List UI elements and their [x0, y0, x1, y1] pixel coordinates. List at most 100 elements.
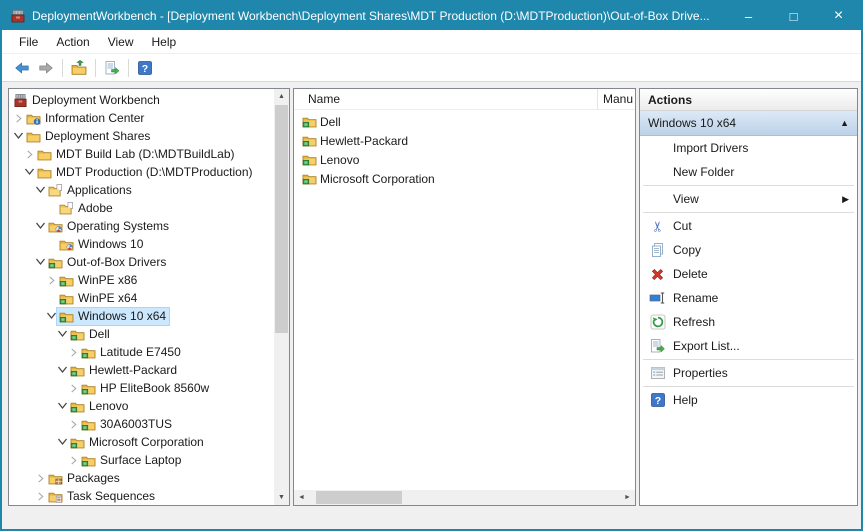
tree-item-windows-10-x64[interactable]: Windows 10 x64	[9, 307, 274, 325]
tree-item-lenovo[interactable]: Lenovo	[9, 397, 274, 415]
tree-scrollbar-thumb[interactable]	[275, 105, 288, 333]
collapse-section-icon[interactable]: ▲	[840, 118, 849, 128]
list-item-lenovo[interactable]: Lenovo	[294, 150, 635, 169]
tree-item-windows-10[interactable]: Windows 10	[9, 235, 274, 253]
tree-item-content[interactable]: MDT Build Lab (D:\MDTBuildLab)	[35, 146, 238, 163]
minimize-button[interactable]: –	[726, 2, 771, 30]
chevron-down-icon[interactable]	[56, 435, 68, 449]
export-list-button[interactable]	[100, 56, 124, 80]
action-import-drivers[interactable]: Import Drivers	[640, 136, 857, 160]
action-view[interactable]: View▶	[640, 187, 857, 211]
tree-item-content[interactable]: Deployment Workbench	[11, 92, 163, 109]
tree-item-winpe-x64[interactable]: WinPE x64	[9, 289, 274, 307]
scroll-left-icon[interactable]: ◄	[294, 490, 309, 505]
tree-item-hewlett-packard[interactable]: Hewlett-Packard	[9, 361, 274, 379]
list-item-hewlett-packard[interactable]: Hewlett-Packard	[294, 131, 635, 150]
list-item-dell[interactable]: Dell	[294, 112, 635, 131]
menu-file[interactable]: File	[10, 32, 47, 52]
maximize-button[interactable]: □	[771, 2, 816, 30]
tree-item-content[interactable]: 30A6003TUS	[79, 416, 175, 433]
help-button[interactable]: ?	[133, 56, 157, 80]
tree-item-deployment-workbench[interactable]: Deployment Workbench	[9, 91, 274, 109]
tree-item-content[interactable]: HP EliteBook 8560w	[79, 380, 212, 397]
action-help[interactable]: ?Help	[640, 388, 857, 412]
chevron-down-icon[interactable]	[45, 309, 57, 323]
chevron-down-icon[interactable]	[34, 255, 46, 269]
tree-item-content[interactable]: Microsoft Corporation	[68, 434, 207, 451]
tree-item-content[interactable]: Surface Laptop	[79, 452, 184, 469]
scroll-down-icon[interactable]: ▼	[274, 490, 289, 505]
tree-item-content[interactable]: Dell	[68, 326, 113, 343]
chevron-down-icon[interactable]	[56, 327, 68, 341]
tree-item-winpe-x86[interactable]: WinPE x86	[9, 271, 274, 289]
chevron-down-icon[interactable]	[34, 219, 46, 233]
tree-item-content[interactable]: Packages	[46, 470, 123, 487]
chevron-down-icon[interactable]	[12, 129, 24, 143]
chevron-right-icon[interactable]	[67, 417, 79, 431]
tree-vertical-scrollbar[interactable]: ▲ ▼	[274, 89, 289, 505]
close-button[interactable]: ×	[816, 2, 861, 30]
tree-item-content[interactable]: Lenovo	[68, 398, 131, 415]
tree-item-surface-laptop[interactable]: Surface Laptop	[9, 451, 274, 469]
column-header-name[interactable]: Name	[294, 89, 598, 109]
menu-action[interactable]: Action	[47, 32, 98, 52]
tree-item-operating-systems[interactable]: Operating Systems	[9, 217, 274, 235]
tree-item-mdt-production-d-mdtproduction[interactable]: MDT Production (D:\MDTProduction)	[9, 163, 274, 181]
chevron-down-icon[interactable]	[34, 183, 46, 197]
tree-item-content[interactable]: Windows 10	[57, 236, 146, 253]
selected-tree-item[interactable]: Windows 10 x64	[57, 308, 169, 325]
chevron-right-icon[interactable]	[67, 381, 79, 395]
tree-item-content[interactable]: Deployment Shares	[24, 128, 153, 145]
tree-item-deployment-shares[interactable]: Deployment Shares	[9, 127, 274, 145]
chevron-down-icon[interactable]	[56, 399, 68, 413]
tree-item-content[interactable]: Hewlett-Packard	[68, 362, 180, 379]
chevron-right-icon[interactable]	[23, 147, 35, 161]
action-properties[interactable]: Properties	[640, 361, 857, 385]
action-rename[interactable]: Rename	[640, 286, 857, 310]
scroll-up-icon[interactable]: ▲	[274, 89, 289, 104]
tree-item-applications[interactable]: Applications	[9, 181, 274, 199]
menu-help[interactable]: Help	[143, 32, 186, 52]
tree-item-content[interactable]: Task Sequences	[46, 488, 158, 505]
chevron-down-icon[interactable]	[56, 363, 68, 377]
tree-item-dell[interactable]: Dell	[9, 325, 274, 343]
tree-item-hp-elitebook-8560w[interactable]: HP EliteBook 8560w	[9, 379, 274, 397]
actions-section-header[interactable]: Windows 10 x64 ▲	[640, 111, 857, 136]
tree-item-adobe[interactable]: Adobe	[9, 199, 274, 217]
list-item-microsoft-corporation[interactable]: Microsoft Corporation	[294, 169, 635, 188]
chevron-right-icon[interactable]	[34, 489, 46, 503]
chevron-down-icon[interactable]	[23, 165, 35, 179]
tree-item-content[interactable]: Adobe	[57, 200, 116, 217]
tree-item-content[interactable]: WinPE x86	[57, 272, 140, 289]
up-one-level-button[interactable]	[67, 56, 91, 80]
action-delete[interactable]: Delete	[640, 262, 857, 286]
tree-item-content[interactable]: Information Center	[24, 110, 147, 127]
tree-item-information-center[interactable]: Information Center	[9, 109, 274, 127]
scroll-right-icon[interactable]: ►	[620, 490, 635, 505]
tree-item-content[interactable]: Out-of-Box Drivers	[46, 254, 169, 271]
chevron-right-icon[interactable]	[12, 111, 24, 125]
tree-item-packages[interactable]: Packages	[9, 469, 274, 487]
list-scrollbar-thumb[interactable]	[316, 491, 402, 504]
tree-item-latitude-e7450[interactable]: Latitude E7450	[9, 343, 274, 361]
tree-item-30a6003tus[interactable]: 30A6003TUS	[9, 415, 274, 433]
chevron-right-icon[interactable]	[45, 273, 57, 287]
back-button[interactable]	[10, 56, 34, 80]
tree-item-content[interactable]: WinPE x64	[57, 290, 140, 307]
list-horizontal-scrollbar[interactable]: ◄ ►	[294, 490, 635, 505]
tree-item-content[interactable]: Applications	[46, 182, 135, 199]
tree-item-content[interactable]: Latitude E7450	[79, 344, 184, 361]
action-copy[interactable]: Copy	[640, 238, 857, 262]
tree-item-content[interactable]: MDT Production (D:\MDTProduction)	[35, 164, 256, 181]
tree-item-content[interactable]: Operating Systems	[46, 218, 172, 235]
chevron-right-icon[interactable]	[67, 345, 79, 359]
action-refresh[interactable]: Refresh	[640, 310, 857, 334]
tree-item-task-sequences[interactable]: Task Sequences	[9, 487, 274, 505]
action-export-list[interactable]: Export List...	[640, 334, 857, 358]
chevron-right-icon[interactable]	[34, 471, 46, 485]
column-header-manufacturer[interactable]: Manu	[598, 89, 635, 109]
tree-item-mdt-build-lab-d-mdtbuildlab[interactable]: MDT Build Lab (D:\MDTBuildLab)	[9, 145, 274, 163]
action-cut[interactable]: ✂Cut	[640, 214, 857, 238]
tree-item-out-of-box-drivers[interactable]: Out-of-Box Drivers	[9, 253, 274, 271]
menu-view[interactable]: View	[99, 32, 143, 52]
